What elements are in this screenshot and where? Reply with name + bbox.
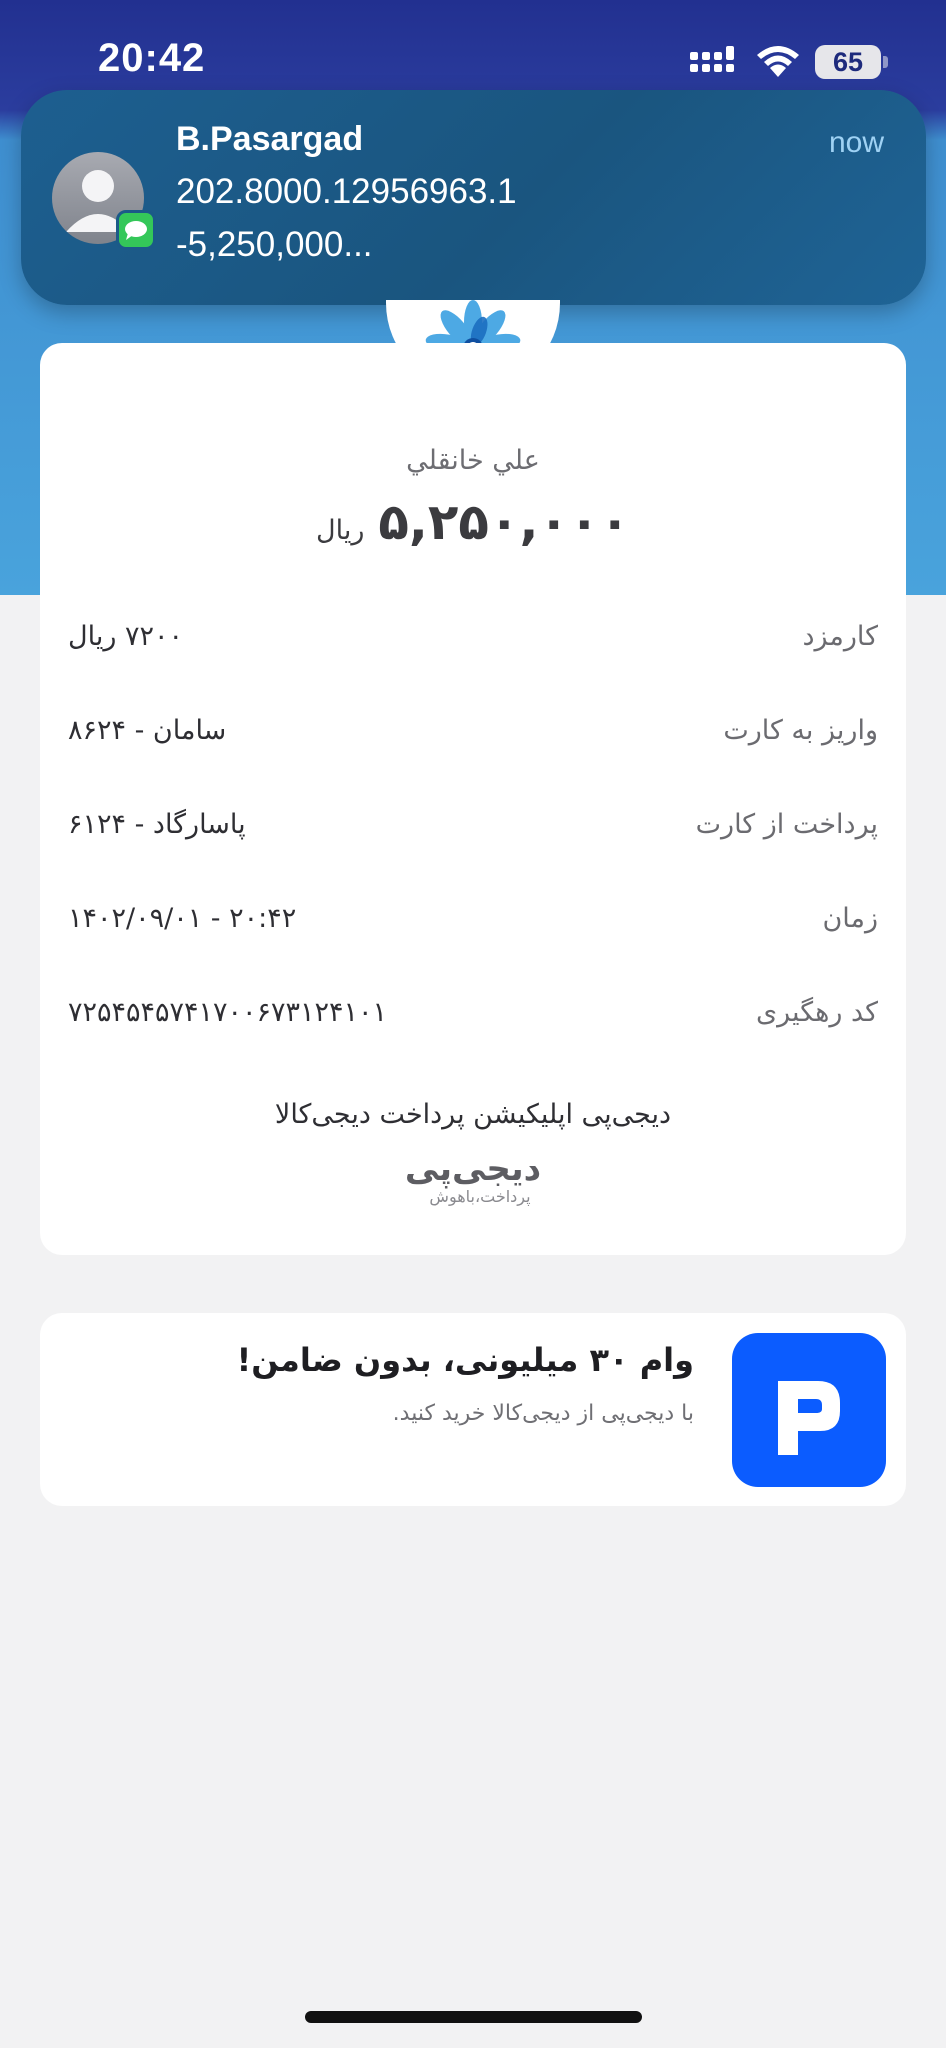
digipay-app-icon [732, 1333, 886, 1487]
detail-row-source-card: پرداخت از کارت پاسارگاد - ۶۱۲۴ [68, 809, 878, 859]
detail-label: واریز به کارت [723, 715, 878, 746]
amount-value: ۵,۲۵۰,۰۰۰ [378, 493, 631, 551]
promo-subtitle: با دیجی‌پی از دیجی‌کالا خرید کنید. [392, 1401, 694, 1426]
detail-label: کد رهگیری [756, 997, 878, 1028]
battery-nub [883, 56, 888, 68]
cellular-signal-icon [690, 46, 734, 72]
app-promo-text: دیجی‌پی اپلیکیشن پرداخت دیجی‌کالا [274, 1099, 672, 1130]
status-time: 20:42 [98, 36, 206, 80]
detail-label: پرداخت از کارت [695, 809, 878, 840]
notification-time: now [828, 126, 884, 159]
promo-title: وام ۳۰ میلیونی، بدون ضامن! [236, 1341, 694, 1379]
notification-line-2: -5,250,000... [176, 225, 373, 264]
battery-icon: 65 [815, 45, 881, 79]
detail-row-destination-card: واریز به کارت سامان - ۸۶۲۴ [68, 715, 878, 765]
notification-sender: B.Pasargad [176, 120, 364, 158]
messages-app-icon [116, 210, 156, 250]
loan-promo-card[interactable]: وام ۳۰ میلیونی، بدون ضامن! با دیجی‌پی از… [40, 1313, 906, 1506]
detail-label: کارمزد [802, 621, 878, 652]
digipay-logo-text: دیجی‌پی [404, 1149, 542, 1189]
detail-row-time: زمان ۱۴۰۲/۰۹/۰۱ - ۲۰:۴۲ [68, 903, 878, 953]
detail-row-tracking-code: کد رهگیری ۷۲۵۴۵۴۵۷۴۱۷۰۰۶۷۳۱۲۴۱۰۱ [68, 997, 878, 1047]
detail-value: ۱۴۰۲/۰۹/۰۱ - ۲۰:۴۲ [68, 903, 297, 934]
payee-name: علي خانقلي [406, 445, 540, 476]
digipay-tagline: پرداخت،باهوش [429, 1187, 531, 1206]
detail-row-fee: کارمزد ۷۲۰۰ ریال [68, 621, 878, 671]
receipt-card: علي خانقلي ریال ۵,۲۵۰,۰۰۰ کارمزد ۷۲۰۰ ری… [40, 343, 906, 1255]
amount-unit: ریال [315, 515, 365, 546]
message-notification[interactable]: B.Pasargad 202.8000.12956963.1 -5,250,00… [21, 90, 926, 305]
detail-value: سامان - ۸۶۲۴ [68, 715, 227, 746]
home-indicator[interactable] [305, 2011, 642, 2023]
digipay-logo: دیجی‌پی پرداخت،باهوش [40, 1151, 906, 1206]
detail-label: زمان [822, 903, 878, 934]
wifi-icon [757, 46, 799, 77]
detail-value: ۷۲۰۰ ریال [68, 621, 183, 652]
detail-value: پاسارگاد - ۶۱۲۴ [68, 809, 246, 840]
notification-line-1: 202.8000.12956963.1 [176, 172, 517, 211]
amount-row: ریال ۵,۲۵۰,۰۰۰ [40, 493, 906, 551]
detail-value[interactable]: ۷۲۵۴۵۴۵۷۴۱۷۰۰۶۷۳۱۲۴۱۰۱ [68, 997, 387, 1028]
